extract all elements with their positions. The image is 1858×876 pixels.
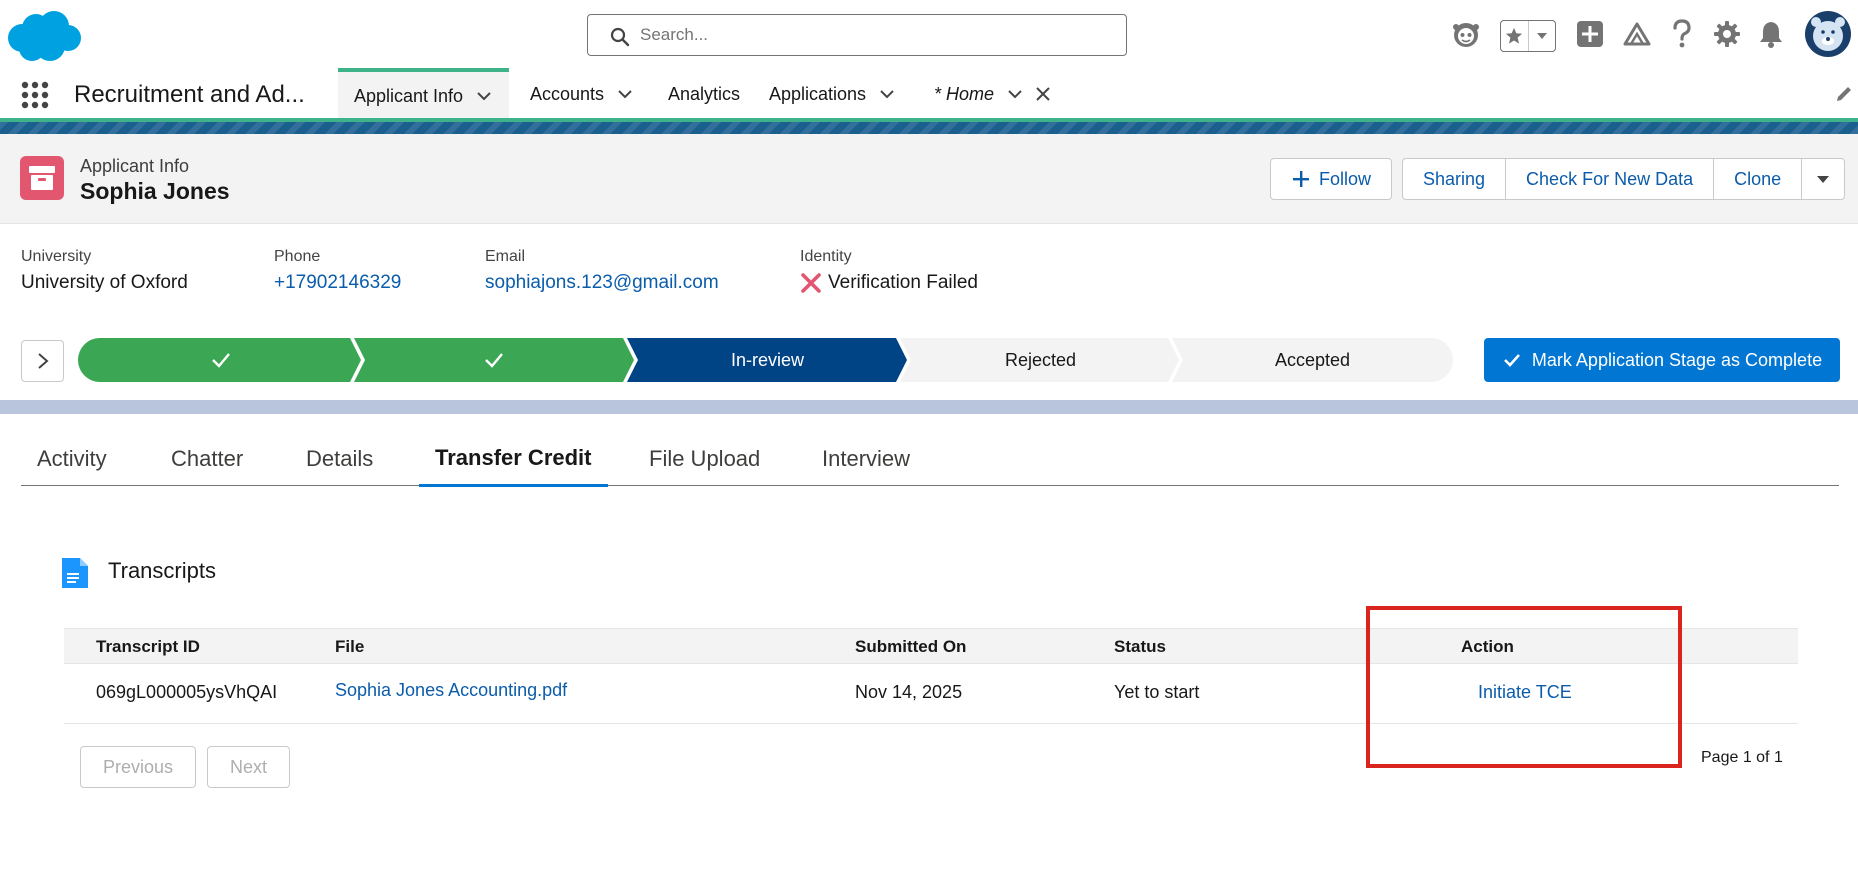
tab-file-upload[interactable]: File Upload [633, 432, 776, 486]
app-name: Recruitment and Ad... [74, 81, 305, 108]
tab-activity[interactable]: Activity [21, 432, 123, 486]
nav-tab-applicant-info[interactable]: Applicant Info [338, 68, 510, 120]
field-phone: Phone +17902146329 [274, 248, 401, 294]
global-add-icon[interactable] [1574, 18, 1606, 50]
close-tab-icon[interactable] [1034, 85, 1052, 103]
field-label: University [21, 248, 92, 265]
check-icon [1504, 354, 1520, 367]
setup-gear-icon[interactable] [1711, 18, 1743, 50]
path-stage-label: In-review [730, 349, 805, 370]
favorites-group [1500, 20, 1556, 52]
submitted-on-cell: Nov 14, 2025 [855, 682, 963, 702]
edit-nav-pencil-icon[interactable] [1834, 84, 1854, 104]
column-header: Status [1114, 637, 1166, 656]
app-navigation: Recruitment and Ad... Applicant Info Acc… [0, 68, 1858, 120]
close-x-icon [801, 273, 821, 293]
nav-tab-applications[interactable]: Applications [769, 68, 896, 120]
field-label: Phone [274, 248, 321, 265]
search-icon [610, 27, 630, 47]
page-info: Page 1 of 1 [1701, 749, 1783, 766]
nav-tab-home[interactable]: * Home [934, 68, 1052, 120]
follow-button[interactable]: Follow [1270, 158, 1393, 200]
record-title: Sophia Jones [80, 178, 230, 204]
user-avatar[interactable] [1804, 10, 1852, 58]
path-stage-label: Accepted [1274, 349, 1351, 370]
tab-chatter[interactable]: Chatter [155, 432, 259, 486]
favorites-dropdown-icon[interactable] [1527, 21, 1556, 51]
path-stage-2[interactable] [354, 338, 634, 382]
field-value: University of Oxford [21, 272, 188, 293]
previous-page-button[interactable]: Previous [80, 746, 197, 788]
transcript-id-cell: 069gL000005ysVhQAI [96, 682, 278, 702]
field-identity: Identity Verification Failed [800, 248, 978, 294]
salesforce-cloud-logo[interactable] [4, 8, 84, 64]
nav-tab-accounts[interactable]: Accounts [530, 68, 634, 120]
field-university: University University of Oxford [21, 248, 188, 294]
file-link[interactable]: Sophia Jones Accounting.pdf [335, 680, 567, 701]
phone-link[interactable]: +17902146329 [274, 272, 401, 294]
check-for-new-data-button[interactable]: Check For New Data [1505, 158, 1714, 200]
brand-band [0, 118, 1858, 134]
record-action-group: Sharing Check For New Data Clone [1402, 158, 1846, 200]
einstein-icon[interactable] [1450, 18, 1482, 50]
nav-tab-label: Analytics [668, 83, 741, 104]
tab-transfer-credit[interactable]: Transfer Credit [419, 432, 608, 487]
nav-tab-label: Applicant Info [354, 85, 464, 106]
chevron-right-icon [37, 353, 49, 369]
follow-label: Follow [1319, 168, 1372, 189]
column-header: Transcript ID [96, 637, 200, 656]
tab-details[interactable]: Details [290, 432, 389, 486]
clone-button[interactable]: Clone [1713, 158, 1802, 200]
record-header: Applicant Info Sophia Jones Follow Shari… [0, 134, 1858, 224]
identity-status-text: Verification Failed [828, 272, 978, 293]
favorites-star-icon[interactable] [1501, 21, 1528, 51]
trailhead-icon[interactable] [1621, 18, 1653, 50]
path-stage-1[interactable] [78, 338, 361, 382]
identity-status: Verification Failed [800, 272, 978, 294]
help-icon[interactable] [1666, 18, 1698, 50]
applicant-record-icon [20, 156, 64, 200]
status-cell: Yet to start [1114, 682, 1200, 702]
chevron-down-icon[interactable] [1006, 85, 1024, 103]
path-stage-label: Rejected [1004, 349, 1077, 370]
plus-icon [1293, 171, 1309, 187]
global-header [0, 0, 1858, 68]
section-divider [0, 400, 1858, 414]
next-page-button[interactable]: Next [207, 746, 291, 788]
chevron-down-icon[interactable] [878, 85, 896, 103]
sharing-button[interactable]: Sharing [1402, 158, 1506, 200]
highlights-panel: University University of Oxford Phone +1… [0, 224, 1858, 318]
search-input[interactable] [640, 23, 1110, 47]
annotation-highlight-box [1366, 606, 1682, 768]
global-search[interactable] [587, 14, 1127, 56]
document-icon [62, 558, 88, 588]
tab-interview[interactable]: Interview [806, 432, 926, 486]
field-email: Email sophiajons.123@gmail.com [485, 248, 719, 294]
record-object-type: Applicant Info [80, 156, 190, 176]
field-label: Identity [800, 248, 852, 265]
chevron-down-icon [1817, 176, 1830, 183]
app-launcher-icon[interactable] [20, 80, 50, 110]
mark-complete-label: Mark Application Stage as Complete [1531, 349, 1823, 370]
transcripts-title: Transcripts [108, 558, 216, 583]
path-toggle-button[interactable] [21, 340, 64, 382]
email-link[interactable]: sophiajons.123@gmail.com [485, 272, 719, 294]
stage-path: In-review Rejected Accepted Mark Applica… [0, 318, 1858, 400]
nav-tab-label: Accounts [530, 83, 605, 104]
chevron-down-icon[interactable] [475, 87, 493, 105]
nav-tab-analytics[interactable]: Analytics [668, 68, 740, 120]
more-actions-button[interactable] [1801, 158, 1846, 200]
field-label: Email [485, 248, 526, 265]
notifications-bell-icon[interactable] [1755, 18, 1787, 50]
nav-tab-label: * Home [934, 83, 995, 104]
nav-tab-label: Applications [769, 83, 867, 104]
record-tabs: Activity Chatter Details Transfer Credit… [21, 432, 1839, 487]
chevron-down-icon[interactable] [616, 85, 634, 103]
column-header: File [335, 637, 365, 656]
mark-stage-complete-button[interactable]: Mark Application Stage as Complete [1484, 338, 1840, 382]
column-header: Submitted On [855, 637, 967, 656]
